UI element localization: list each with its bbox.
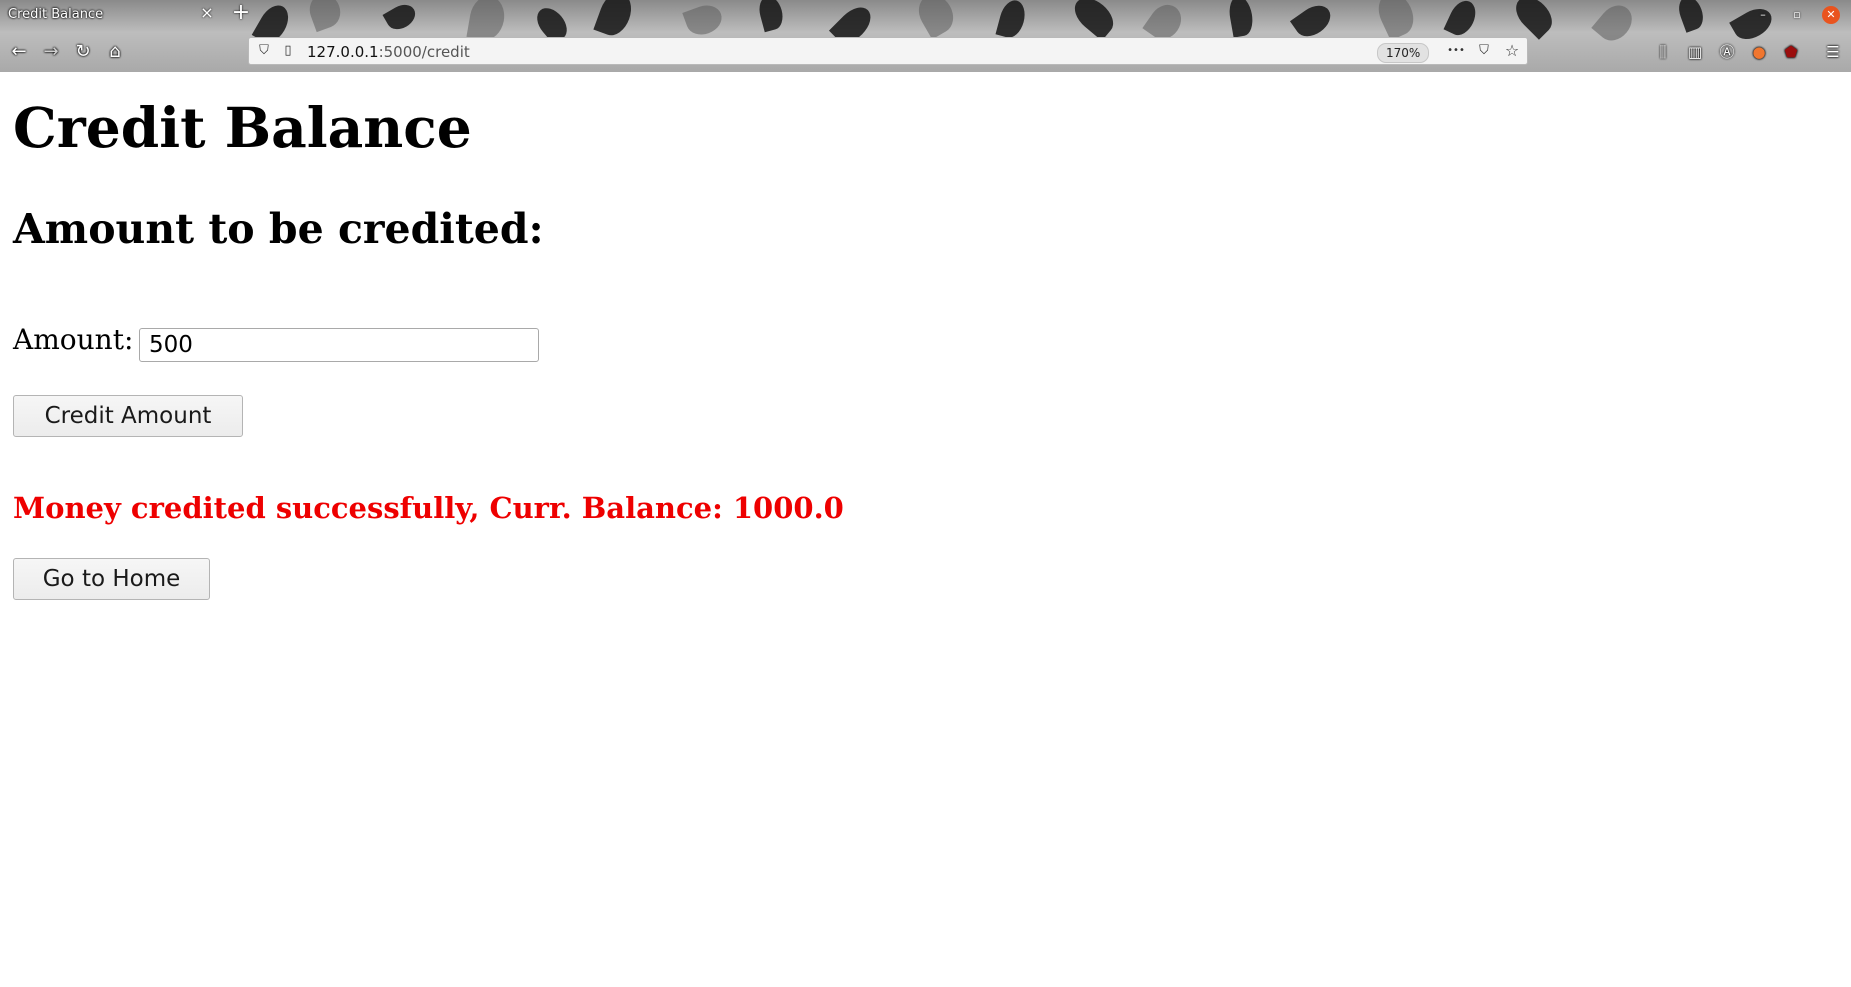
app-menu-icon[interactable]: ☰ — [1822, 41, 1844, 63]
go-to-home-button[interactable]: Go to Home — [13, 558, 210, 600]
success-message: Money credited successfully, Curr. Balan… — [13, 491, 844, 525]
ublock-icon[interactable]: ⬟ — [1780, 41, 1802, 63]
library-icon[interactable]: ⫼ — [1652, 41, 1674, 63]
pocket-icon[interactable]: ⛉ — [1475, 42, 1493, 60]
home-icon[interactable]: ⌂ — [104, 41, 126, 63]
back-icon[interactable]: ← — [8, 41, 30, 63]
close-window-icon[interactable]: ✕ — [1822, 6, 1840, 24]
navigation-toolbar: ← → ↻ ⌂ ⛉ ▯ 127.0.0.1:5000/credit 170% •… — [0, 32, 1851, 70]
forward-icon[interactable]: → — [40, 41, 62, 63]
section-heading: Amount to be credited: — [13, 205, 544, 253]
amount-label: Amount: — [13, 323, 134, 356]
duckduckgo-icon[interactable]: ● — [1748, 41, 1770, 63]
bookmark-star-icon[interactable]: ☆ — [1503, 42, 1521, 60]
reload-icon[interactable]: ↻ — [72, 41, 94, 63]
minimize-window-icon[interactable]: – — [1754, 6, 1772, 24]
restore-window-icon[interactable]: ▫ — [1788, 6, 1806, 24]
tab-strip: Credit Balance × + – ▫ ✕ — [0, 0, 1851, 30]
browser-chrome: Credit Balance × + – ▫ ✕ ← → ↻ ⌂ ⛉ ▯ 127… — [0, 0, 1851, 72]
url-text[interactable]: 127.0.0.1:5000/credit — [307, 43, 470, 61]
zoom-level-badge[interactable]: 170% — [1377, 43, 1430, 63]
tab-credit-balance[interactable]: Credit Balance × — [0, 0, 222, 30]
page-content: Credit Balance Amount to be credited: Am… — [0, 72, 1851, 987]
page-info-icon[interactable]: ▯ — [279, 42, 297, 60]
url-path: :5000/credit — [378, 43, 470, 61]
new-tab-icon[interactable]: + — [230, 2, 252, 24]
tab-title: Credit Balance — [8, 7, 104, 22]
close-tab-icon[interactable]: × — [198, 4, 216, 22]
tracking-shield-icon[interactable]: ⛉ — [255, 42, 273, 60]
url-bar[interactable]: ⛉ ▯ 127.0.0.1:5000/credit 170% ••• ⛉ ☆ — [248, 37, 1528, 65]
amount-input[interactable] — [139, 328, 539, 362]
url-host: 127.0.0.1 — [307, 43, 379, 61]
sidebar-icon[interactable]: ▥ — [1684, 41, 1706, 63]
page-actions-icon[interactable]: ••• — [1447, 42, 1465, 60]
account-icon[interactable]: Ⓐ — [1716, 41, 1738, 63]
page-title: Credit Balance — [13, 95, 472, 160]
credit-amount-button[interactable]: Credit Amount — [13, 395, 243, 437]
